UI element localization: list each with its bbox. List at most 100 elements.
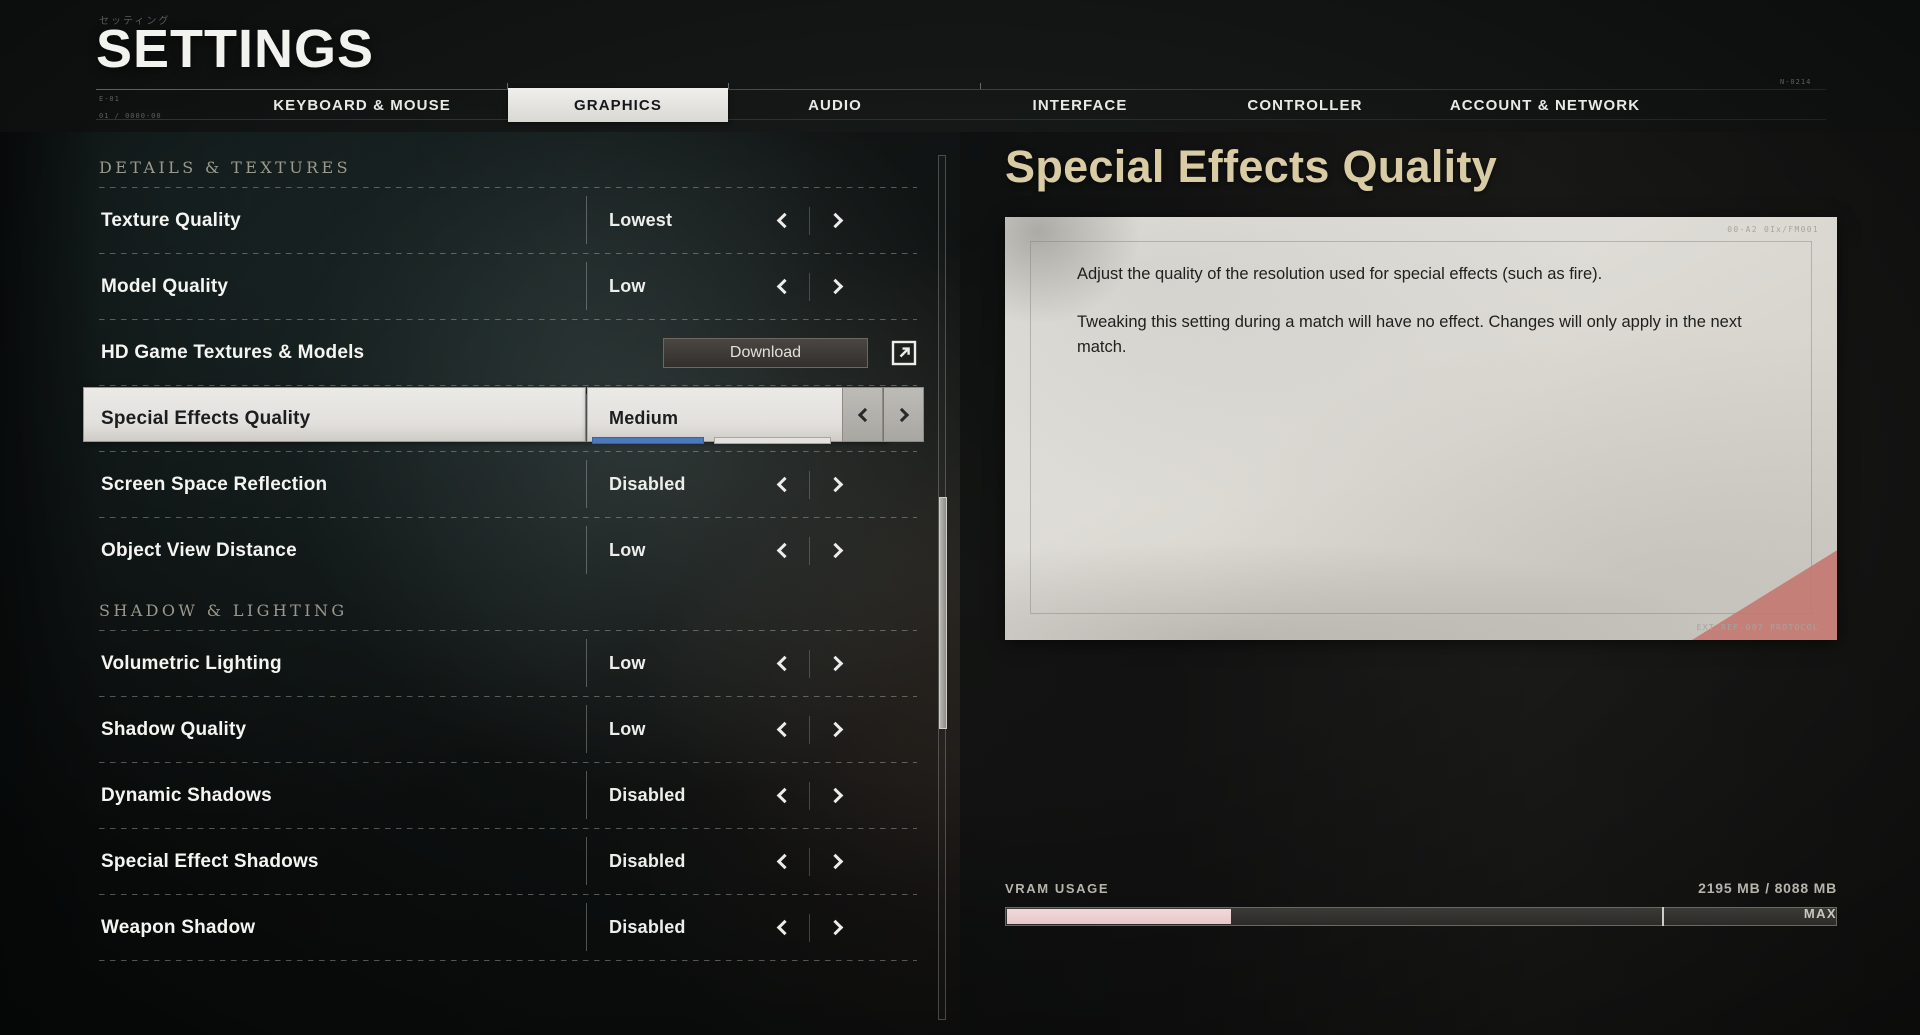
tab-audio[interactable]: AUDIO	[760, 88, 910, 122]
chevron-right-icon[interactable]	[817, 773, 857, 819]
setting-row-special-effect-shadows[interactable]: Special Effect Shadows Disabled	[99, 829, 917, 894]
setting-row-volumetric-lighting[interactable]: Volumetric Lighting Low	[99, 631, 917, 696]
stepper	[842, 387, 924, 442]
vram-header: VRAM USAGE 2195 MB / 8088 MB	[1005, 880, 1837, 896]
chevron-right-icon[interactable]	[817, 707, 857, 753]
setting-label: Special Effect Shadows	[101, 850, 319, 872]
chevron-right-icon[interactable]	[817, 198, 857, 244]
tab-label: GRAPHICS	[574, 96, 662, 114]
setting-row-special-effects-quality[interactable]: Special Effects Quality Medium	[83, 386, 924, 451]
setting-label: Model Quality	[101, 275, 229, 297]
setting-value: Disabled	[609, 474, 686, 494]
stepper-separator	[809, 781, 810, 810]
chevron-right-icon[interactable]	[883, 387, 924, 442]
setting-label: Special Effects Quality	[101, 407, 311, 429]
setting-row-model-quality[interactable]: Model Quality Low	[99, 254, 917, 319]
setting-row-object-view-distance[interactable]: Object View Distance Low	[99, 518, 917, 583]
setting-label: HD Game Textures & Models	[101, 341, 365, 363]
setting-value: Low	[609, 719, 646, 739]
setting-value: Disabled	[609, 785, 686, 805]
description-paragraph: Adjust the quality of the resolution use…	[1077, 265, 1603, 283]
stepper	[762, 773, 857, 819]
setting-value: Disabled	[609, 917, 686, 937]
detail-description-card: 00-A2 0Ix/FM001 EXT.REF-007 PROTOCOL Adj…	[1005, 217, 1837, 640]
row-value-divider	[586, 771, 587, 819]
stepper	[762, 264, 857, 310]
chevron-left-icon[interactable]	[762, 905, 802, 951]
setting-value: Lowest	[609, 210, 673, 230]
chevron-right-icon[interactable]	[817, 641, 857, 687]
download-button[interactable]: Download	[663, 337, 868, 368]
tab-label: AUDIO	[808, 96, 862, 114]
row-value-divider	[586, 705, 587, 753]
setting-row-dynamic-shadows[interactable]: Dynamic Shadows Disabled	[99, 763, 917, 828]
row-value-divider	[586, 262, 587, 310]
chevron-right-icon[interactable]	[817, 905, 857, 951]
setting-label: Weapon Shadow	[101, 916, 256, 938]
chevron-left-icon[interactable]	[762, 839, 802, 885]
tab-graphics[interactable]: GRAPHICS	[508, 88, 728, 122]
setting-row-hd-game-textures[interactable]: HD Game Textures & Models Download	[99, 320, 917, 385]
external-link-icon[interactable]	[891, 340, 917, 366]
tab-tick	[728, 83, 729, 89]
chevron-left-icon[interactable]	[842, 387, 883, 442]
chevron-right-icon[interactable]	[817, 264, 857, 310]
setting-row-weapon-shadow[interactable]: Weapon Shadow Disabled	[99, 895, 917, 960]
row-divider	[99, 960, 917, 961]
setting-row-screen-space-reflection[interactable]: Screen Space Reflection Disabled	[99, 452, 917, 517]
stepper	[762, 707, 857, 753]
stepper	[762, 839, 857, 885]
setting-label: Dynamic Shadows	[101, 784, 272, 806]
tab-keyboard-and-mouse[interactable]: KEYBOARD & MOUSE	[237, 88, 487, 122]
detail-title: Special Effects Quality	[1005, 141, 1498, 192]
stepper-separator	[809, 649, 810, 678]
group-title-details-and-textures: DETAILS & TEXTURES	[99, 158, 351, 177]
page-title: SETTINGS	[96, 19, 375, 79]
setting-label: Object View Distance	[101, 539, 297, 561]
tab-label: KEYBOARD & MOUSE	[273, 96, 451, 114]
vram-bar-track	[1005, 907, 1837, 926]
stepper-separator	[809, 715, 810, 744]
chevron-left-icon[interactable]	[762, 528, 802, 574]
vram-usage-meter: VRAM USAGE 2195 MB / 8088 MB MAX	[1005, 880, 1837, 926]
row-value-divider	[586, 903, 587, 951]
setting-slider-remainder[interactable]	[714, 437, 831, 444]
stepper-separator	[809, 272, 810, 301]
settings-list[interactable]: DETAILS & TEXTURES Texture Quality Lowes…	[0, 140, 930, 1035]
paper-mark-top: 00-A2 0Ix/FM001	[1727, 225, 1819, 234]
setting-row-shadow-quality[interactable]: Shadow Quality Low	[99, 697, 917, 762]
setting-label: Texture Quality	[101, 209, 241, 231]
stepper-separator	[809, 913, 810, 942]
setting-slider-fill[interactable]	[592, 437, 704, 444]
setting-value: Low	[609, 540, 646, 560]
stepper	[762, 641, 857, 687]
detail-panel: Special Effects Quality 00-A2 0Ix/FM001 …	[960, 0, 1920, 1035]
paper-mark-bottom: EXT.REF-007 PROTOCOL	[1696, 623, 1819, 632]
chevron-left-icon[interactable]	[762, 641, 802, 687]
chevron-left-icon[interactable]	[762, 462, 802, 508]
vram-label: VRAM USAGE	[1005, 881, 1110, 896]
row-value-divider	[586, 526, 587, 574]
setting-value: Low	[609, 276, 646, 296]
chevron-right-icon[interactable]	[817, 839, 857, 885]
stepper-separator	[809, 206, 810, 235]
row-value-divider	[586, 837, 587, 885]
vram-max-label: MAX	[1803, 906, 1837, 921]
group-title-shadow-and-lighting: SHADOW & LIGHTING	[99, 601, 348, 620]
vram-bar-fill	[1007, 909, 1231, 924]
setting-value: Disabled	[609, 851, 686, 871]
chevron-left-icon[interactable]	[762, 707, 802, 753]
stepper-separator	[809, 536, 810, 565]
chevron-right-icon[interactable]	[817, 528, 857, 574]
row-value-divider	[586, 196, 587, 244]
stepper	[762, 198, 857, 244]
chevron-left-icon[interactable]	[762, 773, 802, 819]
stepper	[762, 905, 857, 951]
chevron-left-icon[interactable]	[762, 264, 802, 310]
chevron-right-icon[interactable]	[817, 462, 857, 508]
list-scrollbar-thumb[interactable]	[939, 497, 947, 729]
description-paragraph: Tweaking this setting during a match wil…	[1077, 312, 1742, 357]
detail-description: Adjust the quality of the resolution use…	[1077, 262, 1767, 361]
setting-row-texture-quality[interactable]: Texture Quality Lowest	[99, 188, 917, 253]
chevron-left-icon[interactable]	[762, 198, 802, 244]
